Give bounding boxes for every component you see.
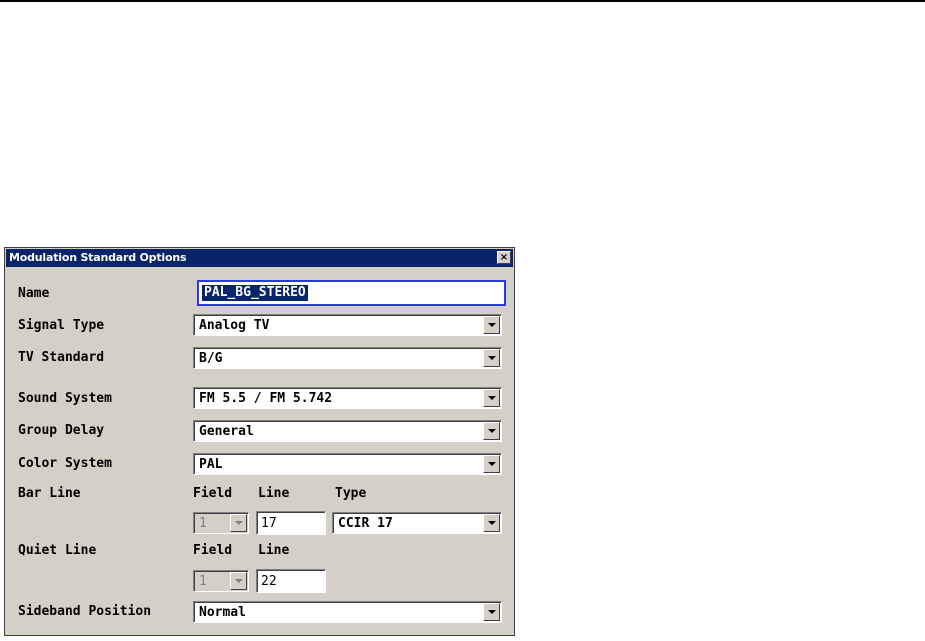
tv-standard-dropdown[interactable]: B/G: [193, 347, 502, 369]
bar-line-field-value: 1: [199, 516, 207, 531]
chevron-down-icon[interactable]: [230, 572, 247, 590]
sideband-position-value: Normal: [199, 605, 246, 620]
chevron-down-icon[interactable]: [483, 422, 500, 440]
top-divider-line: [0, 0, 925, 2]
signal-type-value: Analog TV: [199, 318, 270, 333]
dialog-titlebar[interactable]: Modulation Standard Options ×: [6, 249, 513, 267]
bar-line-label: Bar Line: [18, 486, 81, 501]
chevron-down-icon[interactable]: [483, 349, 500, 367]
chevron-down-icon[interactable]: [483, 316, 500, 334]
bar-line-field-header: Field: [193, 486, 233, 501]
bar-line-line-input[interactable]: 17: [256, 511, 326, 535]
sound-system-value: FM 5.5 / FM 5.742: [199, 391, 333, 406]
chevron-down-icon[interactable]: [483, 455, 500, 473]
name-input[interactable]: PAL_BG_STEREO: [197, 280, 506, 306]
bar-line-line-header: Line: [258, 486, 290, 501]
color-system-dropdown[interactable]: PAL: [193, 453, 502, 475]
quiet-line-field-value: 1: [199, 574, 207, 589]
name-label: Name: [18, 286, 50, 301]
chevron-down-icon[interactable]: [483, 389, 500, 407]
sideband-position-label: Sideband Position: [18, 604, 152, 619]
sideband-position-dropdown[interactable]: Normal: [193, 601, 502, 623]
quiet-line-label: Quiet Line: [18, 543, 97, 558]
name-input-value: PAL_BG_STEREO: [202, 285, 308, 301]
group-delay-dropdown[interactable]: General: [193, 420, 502, 442]
quiet-line-line-input[interactable]: 22: [256, 569, 326, 593]
tv-standard-label: TV Standard: [18, 350, 105, 365]
chevron-down-icon[interactable]: [483, 603, 500, 621]
bar-line-field-dropdown[interactable]: 1: [193, 512, 249, 534]
bar-line-type-dropdown[interactable]: CCIR 17: [332, 512, 502, 534]
group-delay-label: Group Delay: [18, 423, 105, 438]
signal-type-label: Signal Type: [18, 318, 105, 333]
tv-standard-value: B/G: [199, 351, 223, 366]
bar-line-type-value: CCIR 17: [338, 516, 393, 531]
quiet-line-field-dropdown[interactable]: 1: [193, 570, 249, 592]
color-system-value: PAL: [199, 457, 223, 472]
sound-system-dropdown[interactable]: FM 5.5 / FM 5.742: [193, 387, 502, 409]
bar-line-line-value: 17: [261, 516, 277, 531]
dialog-title: Modulation Standard Options: [9, 251, 187, 264]
chevron-down-icon[interactable]: [483, 514, 500, 532]
signal-type-dropdown[interactable]: Analog TV: [193, 314, 502, 336]
bar-line-type-header: Type: [335, 486, 367, 501]
sound-system-label: Sound System: [18, 391, 112, 406]
close-icon: ×: [499, 252, 509, 263]
modulation-standard-options-dialog: Modulation Standard Options × Name PAL_B…: [4, 247, 515, 636]
chevron-down-icon[interactable]: [230, 514, 247, 532]
color-system-label: Color System: [18, 456, 112, 471]
group-delay-value: General: [199, 424, 254, 439]
quiet-line-line-value: 22: [261, 574, 277, 589]
close-button[interactable]: ×: [497, 251, 511, 264]
quiet-line-line-header: Line: [258, 543, 290, 558]
quiet-line-field-header: Field: [193, 543, 233, 558]
